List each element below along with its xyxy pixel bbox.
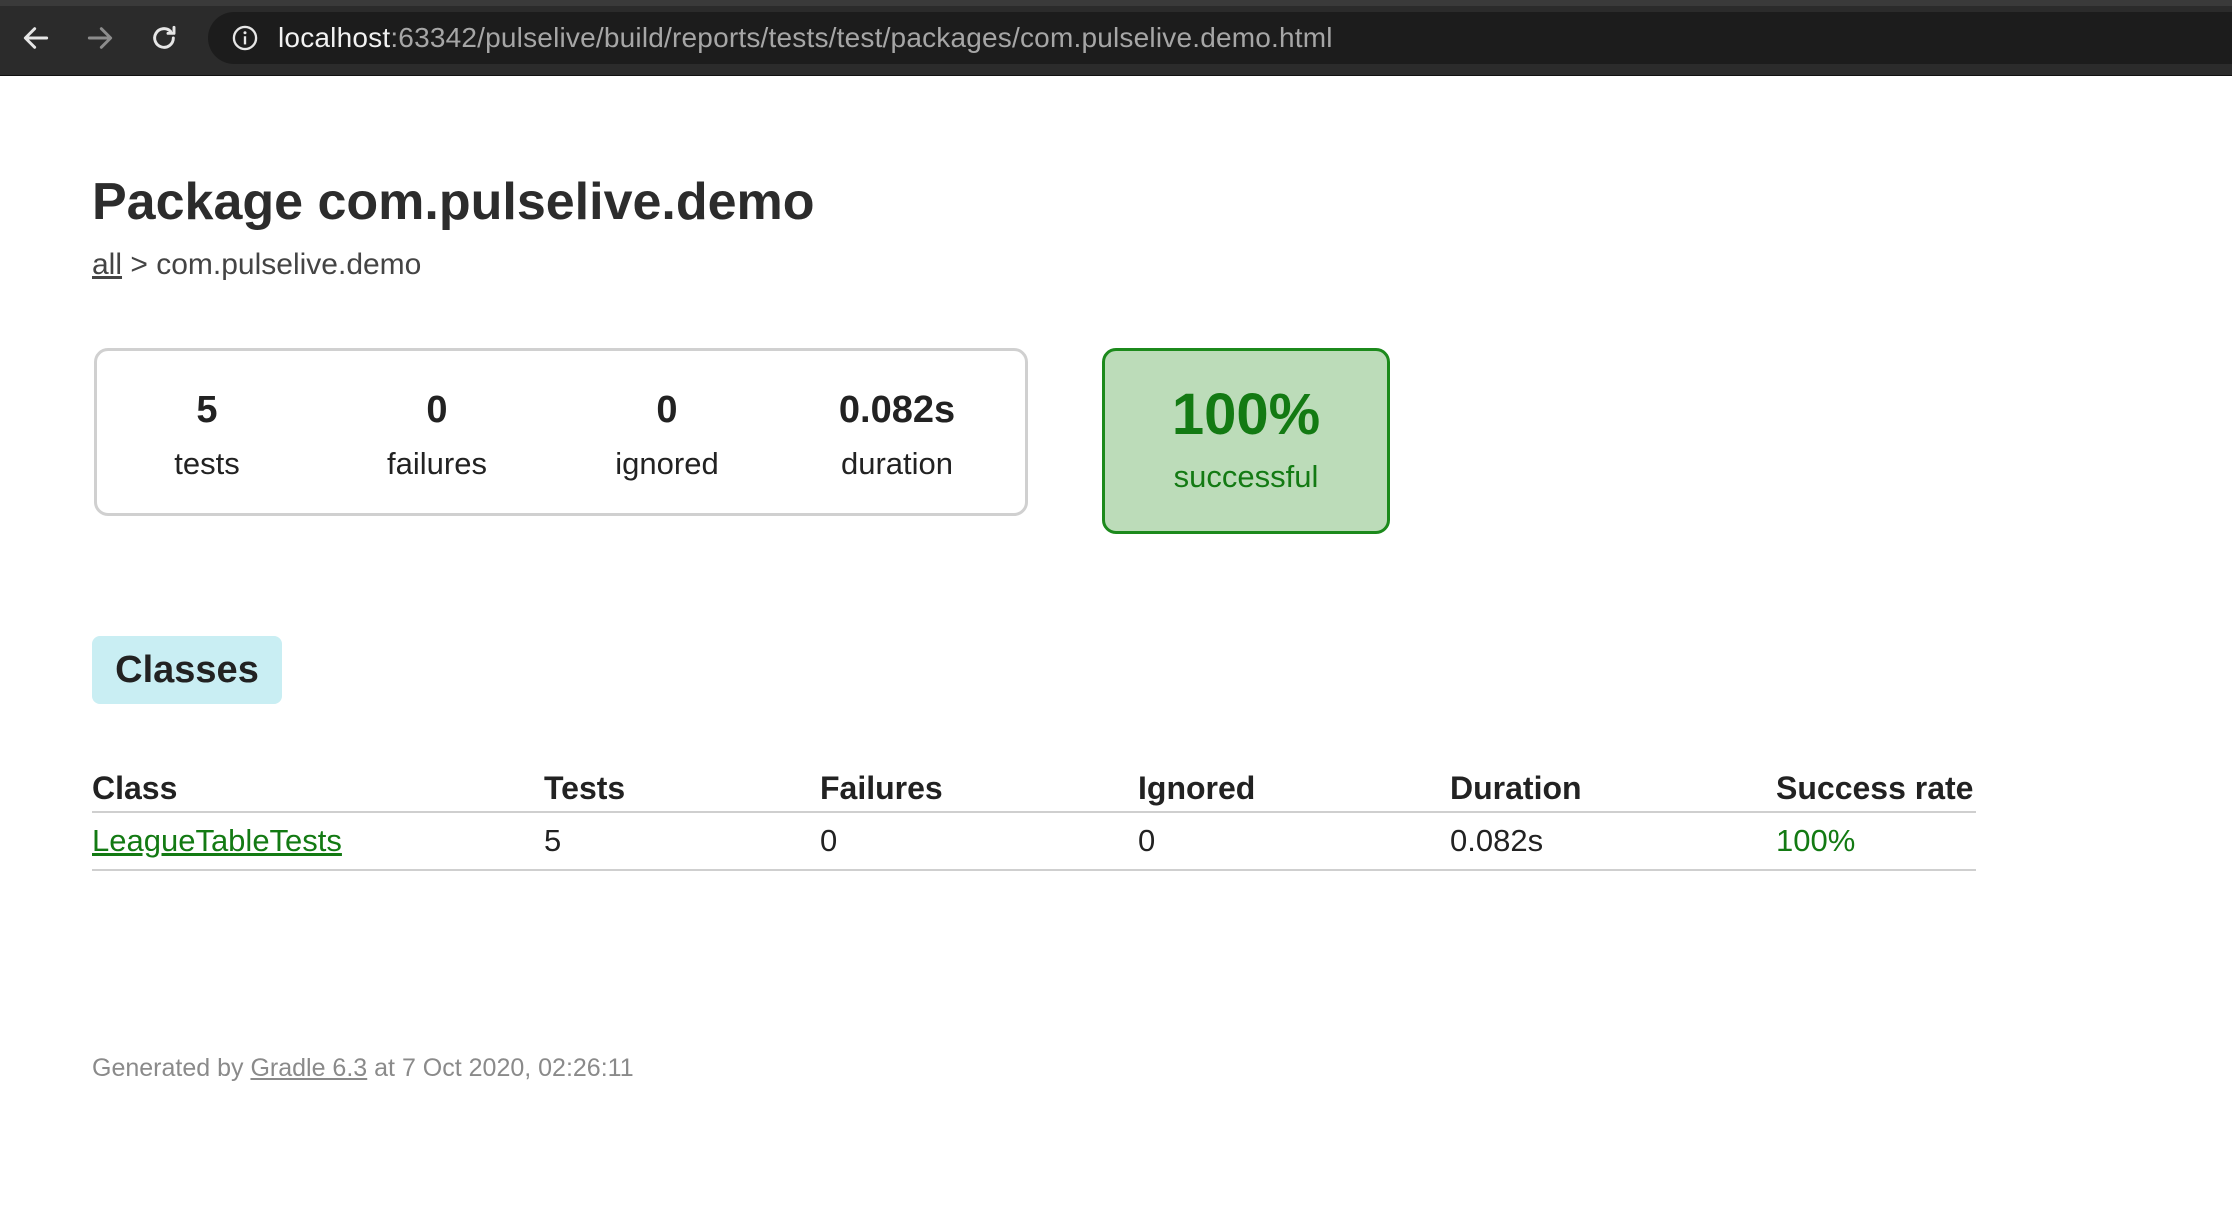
classes-table: Class Tests Failures Ignored Duration Su… [92,758,1976,871]
url-host: localhost [278,22,391,53]
tests-cell: 5 [544,812,820,871]
tab-classes[interactable]: Classes [92,636,282,704]
url-text[interactable]: localhost:63342/pulselive/build/reports/… [278,22,1333,54]
success-label: successful [1173,459,1319,494]
header-failures: Failures [820,758,1138,813]
forward-icon [87,27,113,49]
success-percent: 100% [1171,382,1321,447]
breadcrumb-separator: > [130,248,148,281]
header-class: Class [92,758,544,813]
report-page: Package com.pulselive.demo all > com.pul… [0,76,2232,1218]
duration-value: 0.082s [838,389,956,431]
reload-icon [153,25,176,49]
tests-counter: 5 tests [157,387,257,487]
toolbar-top-edge [0,0,2232,6]
breadcrumb-current: com.pulselive.demo [156,248,422,281]
header-tests: Tests [544,758,820,813]
url-path: :63342/pulselive/build/reports/tests/tes… [390,22,1333,53]
footer-suffix: at 7 Oct 2020, 02:26:11 [374,1054,634,1082]
page-title: Package com.pulselive.demo [92,173,815,231]
info-icon[interactable] [230,23,260,53]
forward-button[interactable] [80,18,120,58]
header-ignored: Ignored [1138,758,1450,813]
footer-prefix: Generated by [92,1054,244,1082]
failures-label: failures [387,446,487,481]
ignored-cell: 0 [1138,812,1450,871]
ignored-count: 0 [656,389,678,431]
summary-box: 5 tests 0 failures 0 ignored 0.082s dura… [94,348,1028,516]
breadcrumb: all > com.pulselive.demo [92,248,421,282]
failures-count: 0 [426,389,448,431]
header-duration: Duration [1450,758,1776,813]
back-button[interactable] [16,18,56,58]
success-rate-cell: 100% [1776,812,1976,871]
back-icon [23,27,49,49]
ignored-label: ignored [615,446,719,481]
reload-button[interactable] [144,18,184,58]
class-cell: LeagueTableTests [92,812,544,871]
header-success-rate: Success rate [1776,758,1976,813]
failures-cell: 0 [820,812,1138,871]
ignored-counter: 0 ignored [597,387,737,487]
browser-toolbar: localhost:63342/pulselive/build/reports/… [0,0,2232,76]
duration-cell: 0.082s [1450,812,1776,871]
address-bar[interactable]: localhost:63342/pulselive/build/reports/… [208,12,2232,64]
success-rate-box: 100% successful [1102,348,1390,534]
breadcrumb-link-all[interactable]: all [92,248,122,281]
table-header-row: Class Tests Failures Ignored Duration Su… [92,758,1976,813]
tests-label: tests [174,446,240,481]
tests-count: 5 [196,389,218,431]
duration-counter: 0.082s duration [817,387,977,487]
class-link[interactable]: LeagueTableTests [92,823,342,858]
table-row: LeagueTableTests 5 0 0 0.082s 100% [92,812,1976,871]
failures-counter: 0 failures [367,387,507,487]
gradle-link[interactable]: Gradle 6.3 [250,1054,367,1082]
footer: Generated by Gradle 6.3 at 7 Oct 2020, 0… [92,1054,634,1083]
duration-label: duration [840,446,954,481]
